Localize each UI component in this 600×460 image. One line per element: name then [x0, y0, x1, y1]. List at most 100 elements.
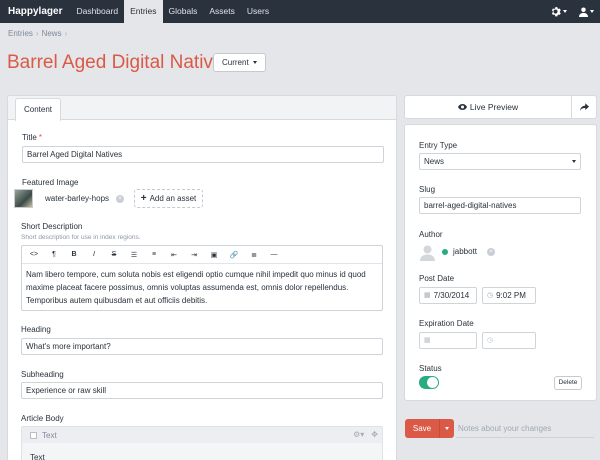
breadcrumb-entries[interactable]: Entries [8, 29, 33, 38]
italic-icon[interactable]: I [84, 251, 104, 258]
editor-content[interactable]: Nam libero tempore, cum soluta nobis est… [22, 264, 382, 311]
preview-bar: Live Preview [404, 95, 597, 119]
user-icon [579, 7, 588, 17]
title-label-text: Title [22, 133, 37, 142]
gear-icon[interactable]: ⚙▾ [353, 430, 364, 439]
expiration-date-input[interactable]: ▦ [419, 332, 477, 349]
chevron-down-icon [252, 61, 257, 64]
settings-menu[interactable] [550, 6, 567, 17]
remove-asset-icon[interactable]: × [116, 195, 124, 203]
live-preview-button[interactable]: Live Preview [405, 96, 571, 118]
breadcrumb: Entries › News › [8, 29, 67, 38]
bold-icon[interactable]: B [64, 251, 84, 258]
clock-icon: ◷ [487, 337, 494, 344]
align-icon[interactable]: ≣ [244, 251, 264, 259]
add-asset-label: Add an asset [149, 194, 197, 203]
slug-input[interactable]: barrel-aged-digital-natives [419, 197, 581, 214]
chevron-down-icon [572, 160, 576, 163]
entry-meta-panel: Entry Type News Slug barrel-aged-digital… [404, 124, 597, 401]
subheading-label: Subheading [21, 370, 64, 379]
revision-menu-button[interactable]: Current [213, 53, 266, 72]
heading-input[interactable]: What's more important? [21, 338, 383, 355]
chevron-down-icon [445, 427, 449, 430]
indent-icon[interactable]: ⇥ [184, 251, 204, 259]
asset-thumbnail[interactable] [14, 189, 33, 208]
share-button[interactable] [571, 96, 596, 118]
author-name[interactable]: jabbott [453, 247, 477, 256]
slug-label: Slug [419, 185, 436, 194]
paragraph-icon[interactable]: ¶ [44, 251, 64, 258]
html-icon[interactable]: <> [24, 251, 44, 258]
nav-entries[interactable]: Entries [124, 0, 163, 23]
post-date-input[interactable]: ▦ 7/30/2014 [419, 287, 477, 304]
breadcrumb-news[interactable]: News [42, 29, 62, 38]
add-asset-button[interactable]: + Add an asset [134, 189, 203, 208]
share-icon [579, 103, 589, 111]
unordered-list-icon[interactable]: ☰ [124, 251, 144, 259]
block-header: Text [22, 427, 382, 443]
toggle-knob [427, 377, 438, 388]
post-date-value: 7/30/2014 [433, 291, 470, 300]
subheading-input[interactable]: Experience or raw skill [21, 382, 383, 399]
chevron-down-icon [563, 10, 567, 13]
expiration-date-label: Expiration Date [419, 319, 474, 328]
nav-globals[interactable]: Globals [163, 0, 204, 23]
post-time-value: 9:02 PM [496, 291, 526, 300]
plus-icon: + [140, 193, 147, 204]
revision-label: Current [222, 58, 249, 67]
chevron-down-icon [590, 10, 594, 13]
entry-type-label: Entry Type [419, 141, 458, 150]
link-icon[interactable]: 🔗 [224, 251, 244, 259]
site-name[interactable]: Happylager [0, 0, 70, 23]
status-label: Status [419, 364, 442, 373]
title-input[interactable]: Barrel Aged Digital Natives [22, 146, 384, 163]
tab-content[interactable]: Content [15, 98, 62, 121]
entry-type-value: News [424, 157, 445, 166]
nav-dashboard[interactable]: Dashboard [70, 0, 124, 23]
nav-users[interactable]: Users [241, 0, 275, 23]
expiration-time-input[interactable]: ◷ [482, 332, 536, 349]
featured-image-label: Featured Image [22, 178, 79, 187]
top-nav: Happylager Dashboard Entries Globals Ass… [0, 0, 600, 23]
enabled-toggle[interactable] [419, 376, 439, 389]
clock-icon: ◷ [487, 292, 494, 299]
gear-icon [551, 7, 561, 17]
delete-button[interactable]: Delete [554, 376, 582, 390]
block-tools: ⚙▾ ✥ [353, 430, 378, 439]
save-options-button[interactable] [439, 419, 454, 438]
required-marker: * [38, 133, 42, 142]
block-select-checkbox[interactable] [30, 431, 37, 439]
nav-assets[interactable]: Assets [203, 0, 241, 23]
move-icon[interactable]: ✥ [371, 430, 378, 439]
account-menu[interactable] [579, 7, 594, 17]
revision-notes-input[interactable]: Notes about your changes [456, 419, 594, 438]
editor-toolbar: <> ¶ B I S ☰ ≡ ⇤ ⇥ ▣ 🔗 ≣ — [22, 246, 382, 264]
eye-icon [457, 104, 467, 110]
heading-label: Heading [21, 325, 51, 334]
top-right-controls [550, 0, 594, 23]
strikethrough-icon[interactable]: S [104, 251, 124, 258]
ordered-list-icon[interactable]: ≡ [144, 251, 164, 258]
block-type-label: Text [42, 430, 57, 440]
author-status-dot [442, 249, 448, 255]
post-time-input[interactable]: ◷ 9:02 PM [482, 287, 536, 304]
horizontal-rule-icon[interactable]: — [264, 251, 284, 258]
entry-type-select[interactable]: News [419, 153, 581, 170]
image-icon[interactable]: ▣ [204, 251, 224, 259]
asset-filename: water-barley-hops [45, 194, 110, 203]
remove-author-icon[interactable]: × [487, 248, 495, 256]
article-body-label: Article Body [21, 414, 64, 423]
post-date-label: Post Date [419, 274, 455, 283]
breadcrumb-separator: › [35, 29, 39, 38]
title-label: Title * [22, 133, 42, 142]
short-description-hint: Short description for use in index regio… [21, 234, 141, 241]
calendar-icon: ▦ [424, 292, 431, 299]
save-button[interactable]: Save [405, 419, 439, 438]
page-title: Barrel Aged Digital Natives [7, 52, 233, 73]
live-preview-label: Live Preview [469, 102, 519, 112]
outdent-icon[interactable]: ⇤ [164, 251, 184, 259]
tab-bar: Content [8, 96, 396, 121]
matrix-block: Text ⚙▾ ✥ Text [21, 426, 383, 460]
avatar [420, 245, 435, 261]
breadcrumb-separator: › [64, 29, 68, 38]
